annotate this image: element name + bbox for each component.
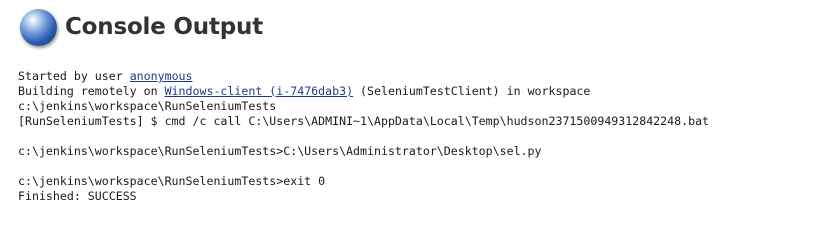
console-line-cmd: [RunSeleniumTests] $ cmd /c call C:\User… (18, 114, 710, 128)
page-header: Console Output (20, 6, 263, 48)
node-link[interactable]: Windows-client (i-7476dab3) (165, 84, 353, 98)
console-output: Started by user anonymous Building remote… (18, 69, 709, 204)
building-suffix: (SeleniumTestClient) in workspace (353, 84, 591, 98)
started-prefix: Started by user (18, 69, 130, 83)
console-line-building: Building remotely on Windows-client (i-7… (18, 84, 709, 99)
console-line-prompt-1: c:\jenkins\workspace\RunSeleniumTests>C:… (18, 144, 542, 158)
console-line-workspace: c:\jenkins\workspace\RunSeleniumTests (18, 99, 277, 113)
user-link[interactable]: anonymous (130, 69, 193, 83)
status-ball-icon (20, 8, 57, 46)
console-line-prompt-2: c:\jenkins\workspace\RunSeleniumTests>ex… (18, 174, 326, 188)
console-line-finished: Finished: SUCCESS (18, 189, 137, 203)
building-prefix: Building remotely on (18, 84, 165, 98)
page-title: Console Output (65, 13, 263, 40)
console-line-started: Started by user anonymous (18, 69, 709, 84)
